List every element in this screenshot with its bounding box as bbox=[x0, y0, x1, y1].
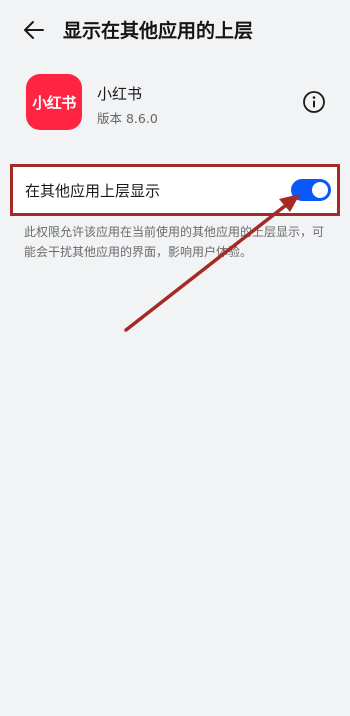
overlay-permission-toggle[interactable] bbox=[291, 179, 331, 201]
info-circle-icon bbox=[303, 91, 325, 113]
app-icon-text: 小红书 bbox=[32, 93, 76, 112]
permission-description: 此权限允许该应用在当前使用的其他应用的上层显示，可能会干扰其他应用的界面，影响用… bbox=[24, 225, 325, 259]
arrow-left-icon bbox=[24, 21, 44, 39]
info-button[interactable] bbox=[301, 89, 327, 115]
toggle-knob bbox=[312, 182, 328, 198]
back-button[interactable] bbox=[18, 14, 50, 46]
permission-label: 在其他应用上层显示 bbox=[25, 182, 161, 200]
permission-card-highlighted: 在其他应用上层显示 bbox=[10, 164, 340, 216]
page-title: 显示在其他应用的上层 bbox=[63, 20, 254, 42]
app-icon: 小红书 bbox=[26, 74, 82, 130]
app-version: 版本 8.6.0 bbox=[97, 111, 158, 126]
header: 显示在其他应用的上层 bbox=[0, 0, 350, 64]
app-name: 小红书 bbox=[97, 85, 143, 103]
app-info-row: 小红书 小红书 版本 8.6.0 bbox=[0, 72, 350, 138]
